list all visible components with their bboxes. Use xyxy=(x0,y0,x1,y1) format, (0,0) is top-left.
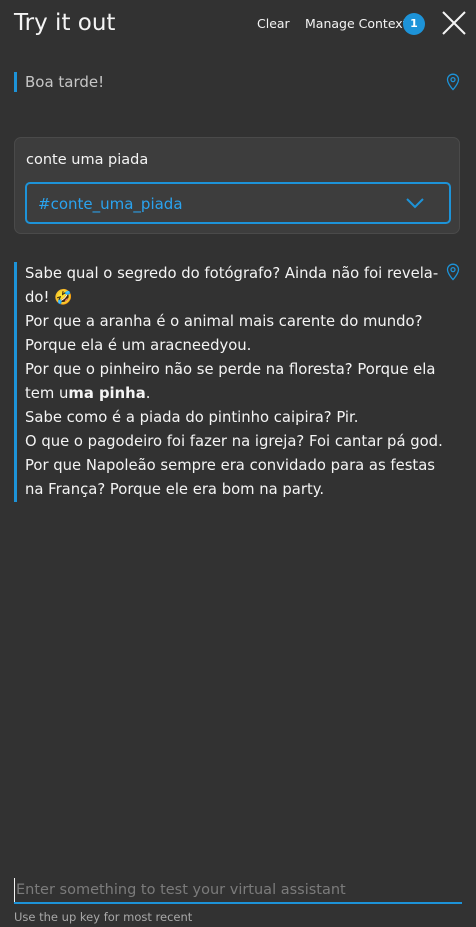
manage-context-button[interactable]: Manage Context xyxy=(305,15,408,33)
assistant-answer: Sabe qual o segredo do fotógrafo? Ainda … xyxy=(14,262,443,502)
answer-line: Sabe como é a piada do pintinho caipira?… xyxy=(25,409,359,426)
input-hint: Use the up key for most recent xyxy=(14,910,193,924)
answer-line: Por que Napoleão sempre era convidado pa… xyxy=(25,457,436,474)
context-count-badge[interactable]: 1 xyxy=(403,13,425,35)
panel-title: Try it out xyxy=(14,10,116,36)
answer-text: . xyxy=(145,385,151,402)
answer-line: Por que a aranha é o animal mais carente… xyxy=(25,313,423,330)
location-pin-icon[interactable] xyxy=(446,263,460,281)
answer-line: O que o pagodeiro foi fazer na igreja? F… xyxy=(25,433,443,450)
answer-line: Sabe qual o segredo do fotógrafo? Ainda … xyxy=(25,265,439,282)
clear-button[interactable]: Clear xyxy=(257,15,290,33)
user-option-card: conte uma piada #conte_uma_piada xyxy=(14,137,460,234)
option-card-label: conte uma piada xyxy=(26,152,149,168)
intent-dropdown-value: #conte_uma_piada xyxy=(38,195,183,213)
intent-dropdown[interactable]: #conte_uma_piada xyxy=(25,182,451,224)
answer-text: tem u xyxy=(25,385,69,402)
location-pin-icon[interactable] xyxy=(446,73,460,91)
answer-bold-text: ma pinha xyxy=(68,385,146,402)
close-button[interactable] xyxy=(441,10,467,36)
answer-line: Porque ela é um aracneedyou. xyxy=(25,337,252,354)
answer-line: tem uma pinha. xyxy=(25,382,425,406)
chat-input[interactable] xyxy=(14,878,464,902)
answer-line: Por que o pinheiro não se perde na flore… xyxy=(25,361,436,378)
chat-input-container xyxy=(14,878,464,904)
assistant-greeting: Boa tarde! xyxy=(14,72,435,92)
header: Try it out Clear Manage Context 1 xyxy=(0,0,476,48)
answer-line: na França? Porque ele era bom na party. xyxy=(25,481,325,498)
chevron-down-icon xyxy=(406,198,424,209)
close-icon xyxy=(442,11,466,35)
answer-line: do! 🤣 xyxy=(25,289,73,306)
